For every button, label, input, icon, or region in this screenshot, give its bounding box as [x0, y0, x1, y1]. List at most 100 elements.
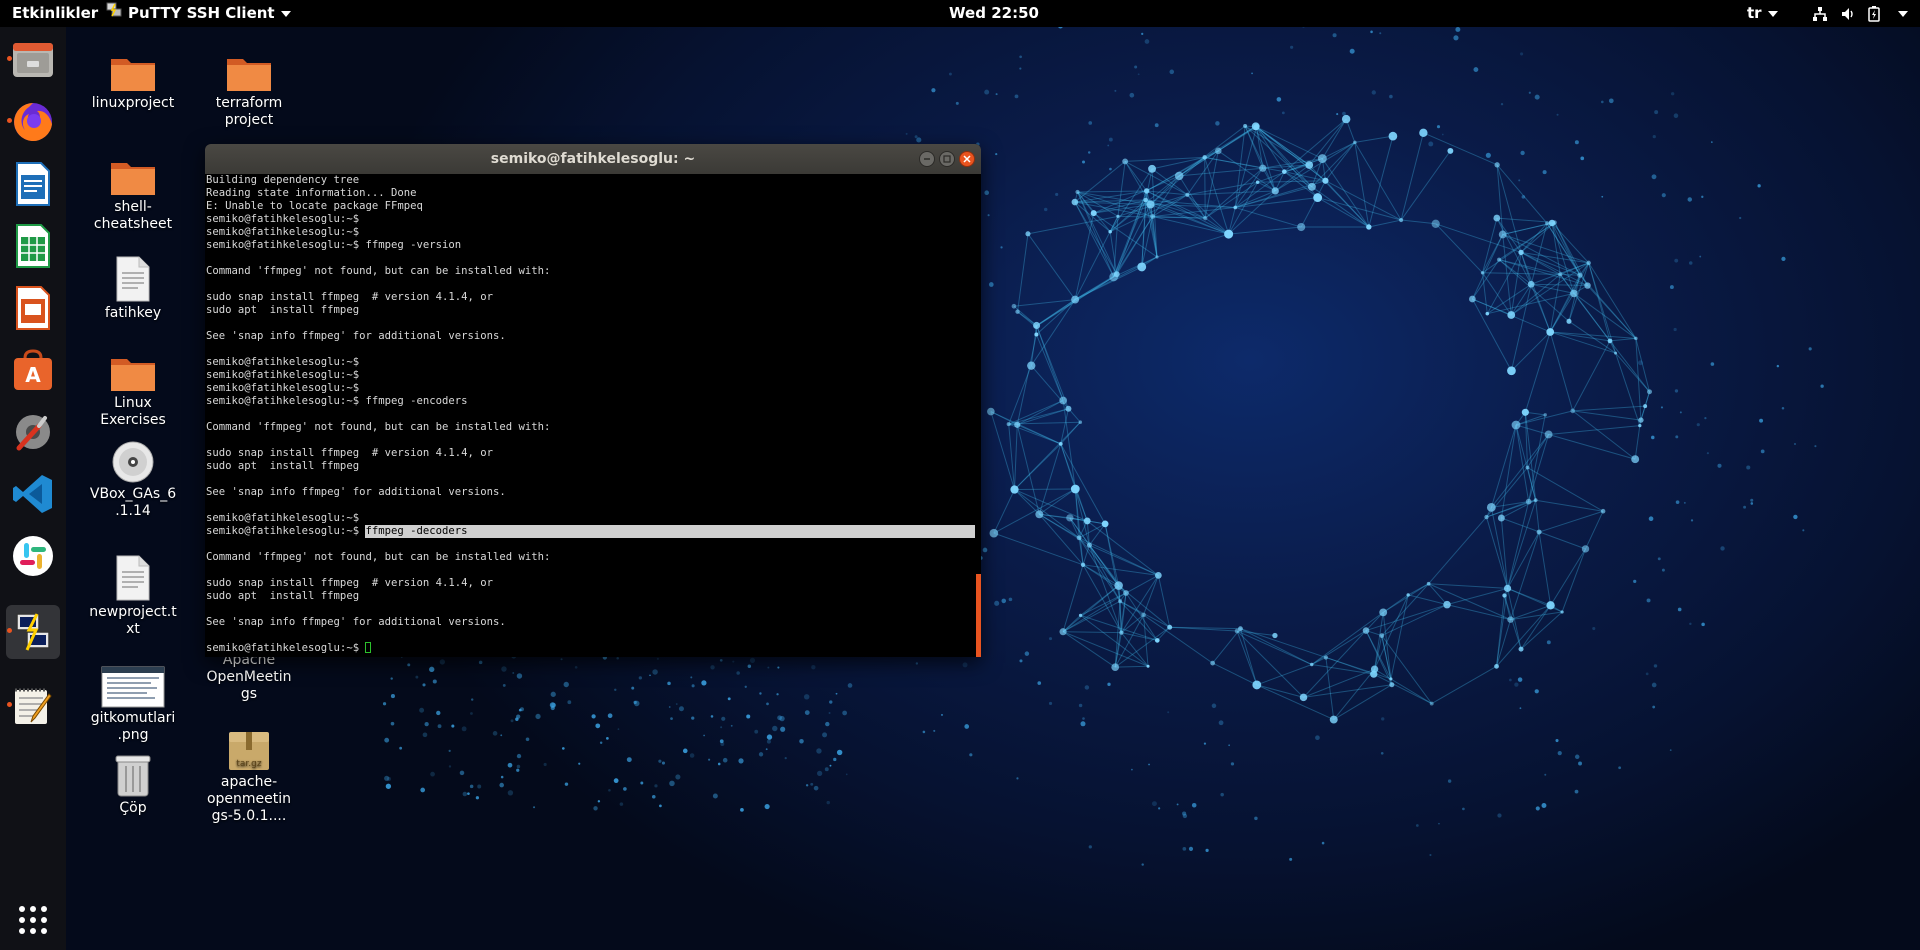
desktop-icon-fatihkey[interactable]: fatihkey	[85, 255, 181, 322]
desktop-icon-label: Linux Exercises	[100, 395, 166, 428]
desktop-icon-trash[interactable]: Çöp	[85, 752, 181, 817]
running-indicator	[7, 118, 12, 123]
desktop-icon-newproject[interactable]: newproject.txt	[85, 554, 181, 638]
desktop-icon-apache-openmeetings[interactable]: Apache OpenMeetings	[201, 652, 297, 703]
selected-text[interactable]: ffmpeg -decoders	[365, 525, 976, 538]
terminal-line: Building dependency tree	[206, 174, 360, 186]
system-tray[interactable]	[1812, 0, 1908, 27]
terminal-line: sudo snap install ffmpeg # version 4.1.4…	[206, 577, 494, 589]
folder-icon	[111, 359, 155, 391]
firefox-icon	[14, 103, 52, 141]
dock-app-grid[interactable]	[6, 893, 60, 947]
desktop-icon-label: VBox_GAs_6.1.14	[89, 486, 177, 519]
desktop-icon-label: apache-openmeetings-5.0.1....	[206, 774, 292, 824]
terminal-cursor	[365, 642, 372, 653]
terminal-line: sudo snap install ffmpeg # version 4.1.4…	[206, 291, 494, 303]
terminal-line-prompt[interactable]: semiko@fatihkelesoglu:~$	[206, 642, 981, 655]
terminal-line-selected[interactable]: semiko@fatihkelesoglu:~$ ffmpeg -decoder…	[206, 525, 981, 538]
disc-icon	[112, 441, 154, 483]
dock-firefox[interactable]	[6, 95, 60, 149]
ubuntu-software-icon: A	[14, 349, 52, 390]
folder-icon	[111, 163, 155, 195]
dock-vscode[interactable]	[6, 467, 60, 521]
desktop-icon-linux-exercises[interactable]: Linux Exercises	[85, 353, 181, 429]
terminal-prompt: semiko@fatihkelesoglu:~$	[206, 525, 366, 537]
libreoffice-writer-icon	[16, 162, 50, 206]
desktop-icon-label: shell-cheatsheet	[93, 199, 173, 232]
slack-icon	[13, 536, 53, 576]
svg-text:A: A	[25, 363, 41, 387]
terminal-line: See 'snap info ffmpeg' for additional ve…	[206, 486, 506, 498]
terminal-line: Command 'ffmpeg' not found, but can be i…	[206, 265, 551, 277]
minimize-button[interactable]	[919, 151, 935, 167]
archive-icon: tar.gz	[229, 732, 269, 770]
terminal-line: semiko@fatihkelesoglu:~$	[206, 512, 360, 524]
clock[interactable]: Wed 22:50	[0, 0, 1920, 27]
chevron-down-icon	[1898, 10, 1908, 17]
dock-software[interactable]: A	[6, 343, 60, 397]
libreoffice-impress-icon	[16, 286, 50, 330]
maximize-button[interactable]	[939, 151, 955, 167]
desktop-icon-vbox-gas[interactable]: VBox_GAs_6.1.14	[85, 440, 181, 520]
running-indicator	[7, 702, 12, 707]
desktop-icon-gitkomutlari[interactable]: gitkomutlari.png	[85, 666, 181, 744]
dock-impress[interactable]	[6, 281, 60, 335]
terminal-output[interactable]: Building dependency tree Reading state in…	[205, 174, 981, 657]
dock-putty[interactable]	[6, 605, 60, 659]
maximize-icon	[943, 155, 951, 163]
dock-slack[interactable]	[6, 529, 60, 583]
battery-icon	[1868, 5, 1880, 22]
text-file-icon	[116, 555, 150, 601]
window-title: semiko@fatihkelesoglu: ~	[490, 151, 696, 167]
dock: A	[0, 27, 66, 950]
terminal-line: semiko@fatihkelesoglu:~$	[206, 382, 360, 394]
image-file-icon	[101, 666, 165, 708]
text-file-icon	[116, 256, 150, 302]
minimize-icon	[924, 158, 930, 160]
dock-text-editor[interactable]	[6, 679, 60, 733]
desktop-icon-shell-cheatsheet[interactable]: shell-cheatsheet	[85, 157, 181, 233]
dock-settings[interactable]	[6, 405, 60, 459]
terminal-line: Reading state information... Done	[206, 187, 417, 199]
dock-calc[interactable]	[6, 219, 60, 273]
top-bar: Etkinlikler PuTTY SSH Client Wed 22:50 t…	[0, 0, 1920, 27]
scrollbar[interactable]	[976, 574, 981, 657]
desktop-icon-apache-openmeetings-archive[interactable]: tar.gz apache-openmeetings-5.0.1....	[201, 730, 297, 825]
terminal-lines: Building dependency tree Reading state in…	[206, 174, 981, 525]
dock-writer[interactable]	[6, 157, 60, 211]
terminal-line: See 'snap info ffmpeg' for additional ve…	[206, 616, 506, 628]
dock-files[interactable]	[6, 33, 60, 87]
language-label: tr	[1747, 4, 1762, 22]
desktop-icon-label: Apache OpenMeetings	[206, 652, 292, 702]
desktop-icon-label: newproject.txt	[89, 604, 177, 637]
network-icon	[1813, 6, 1827, 21]
putty-icon	[16, 613, 50, 651]
desktop: Etkinlikler PuTTY SSH Client Wed 22:50 t…	[0, 0, 1920, 950]
running-indicator	[7, 56, 12, 61]
desktop-icon-linuxproject[interactable]: linuxproject	[85, 53, 181, 112]
desktop-icon-label: gitkomutlari.png	[90, 710, 176, 743]
desktop-icon-label: fatihkey	[104, 305, 162, 321]
terminal-titlebar[interactable]: semiko@fatihkelesoglu: ~	[205, 144, 981, 174]
desktop-icon-terraform-project[interactable]: terraform project	[201, 53, 297, 129]
vscode-icon	[13, 475, 52, 513]
language-indicator[interactable]: tr	[1747, 0, 1778, 27]
volume-icon	[1842, 7, 1853, 20]
close-icon	[963, 155, 971, 163]
terminal-line: semiko@fatihkelesoglu:~$ ffmpeg -encoder…	[206, 395, 468, 407]
settings-icon	[16, 415, 50, 451]
terminal-line: See 'snap info ffmpeg' for additional ve…	[206, 330, 506, 342]
close-button[interactable]	[959, 151, 975, 167]
desktop-icon-label: Çöp	[119, 800, 147, 816]
folder-icon	[111, 59, 155, 91]
trash-icon	[115, 755, 151, 797]
libreoffice-calc-icon	[16, 224, 50, 268]
terminal-window[interactable]: semiko@fatihkelesoglu: ~ Building depend…	[205, 144, 981, 657]
text-editor-icon	[15, 688, 52, 724]
